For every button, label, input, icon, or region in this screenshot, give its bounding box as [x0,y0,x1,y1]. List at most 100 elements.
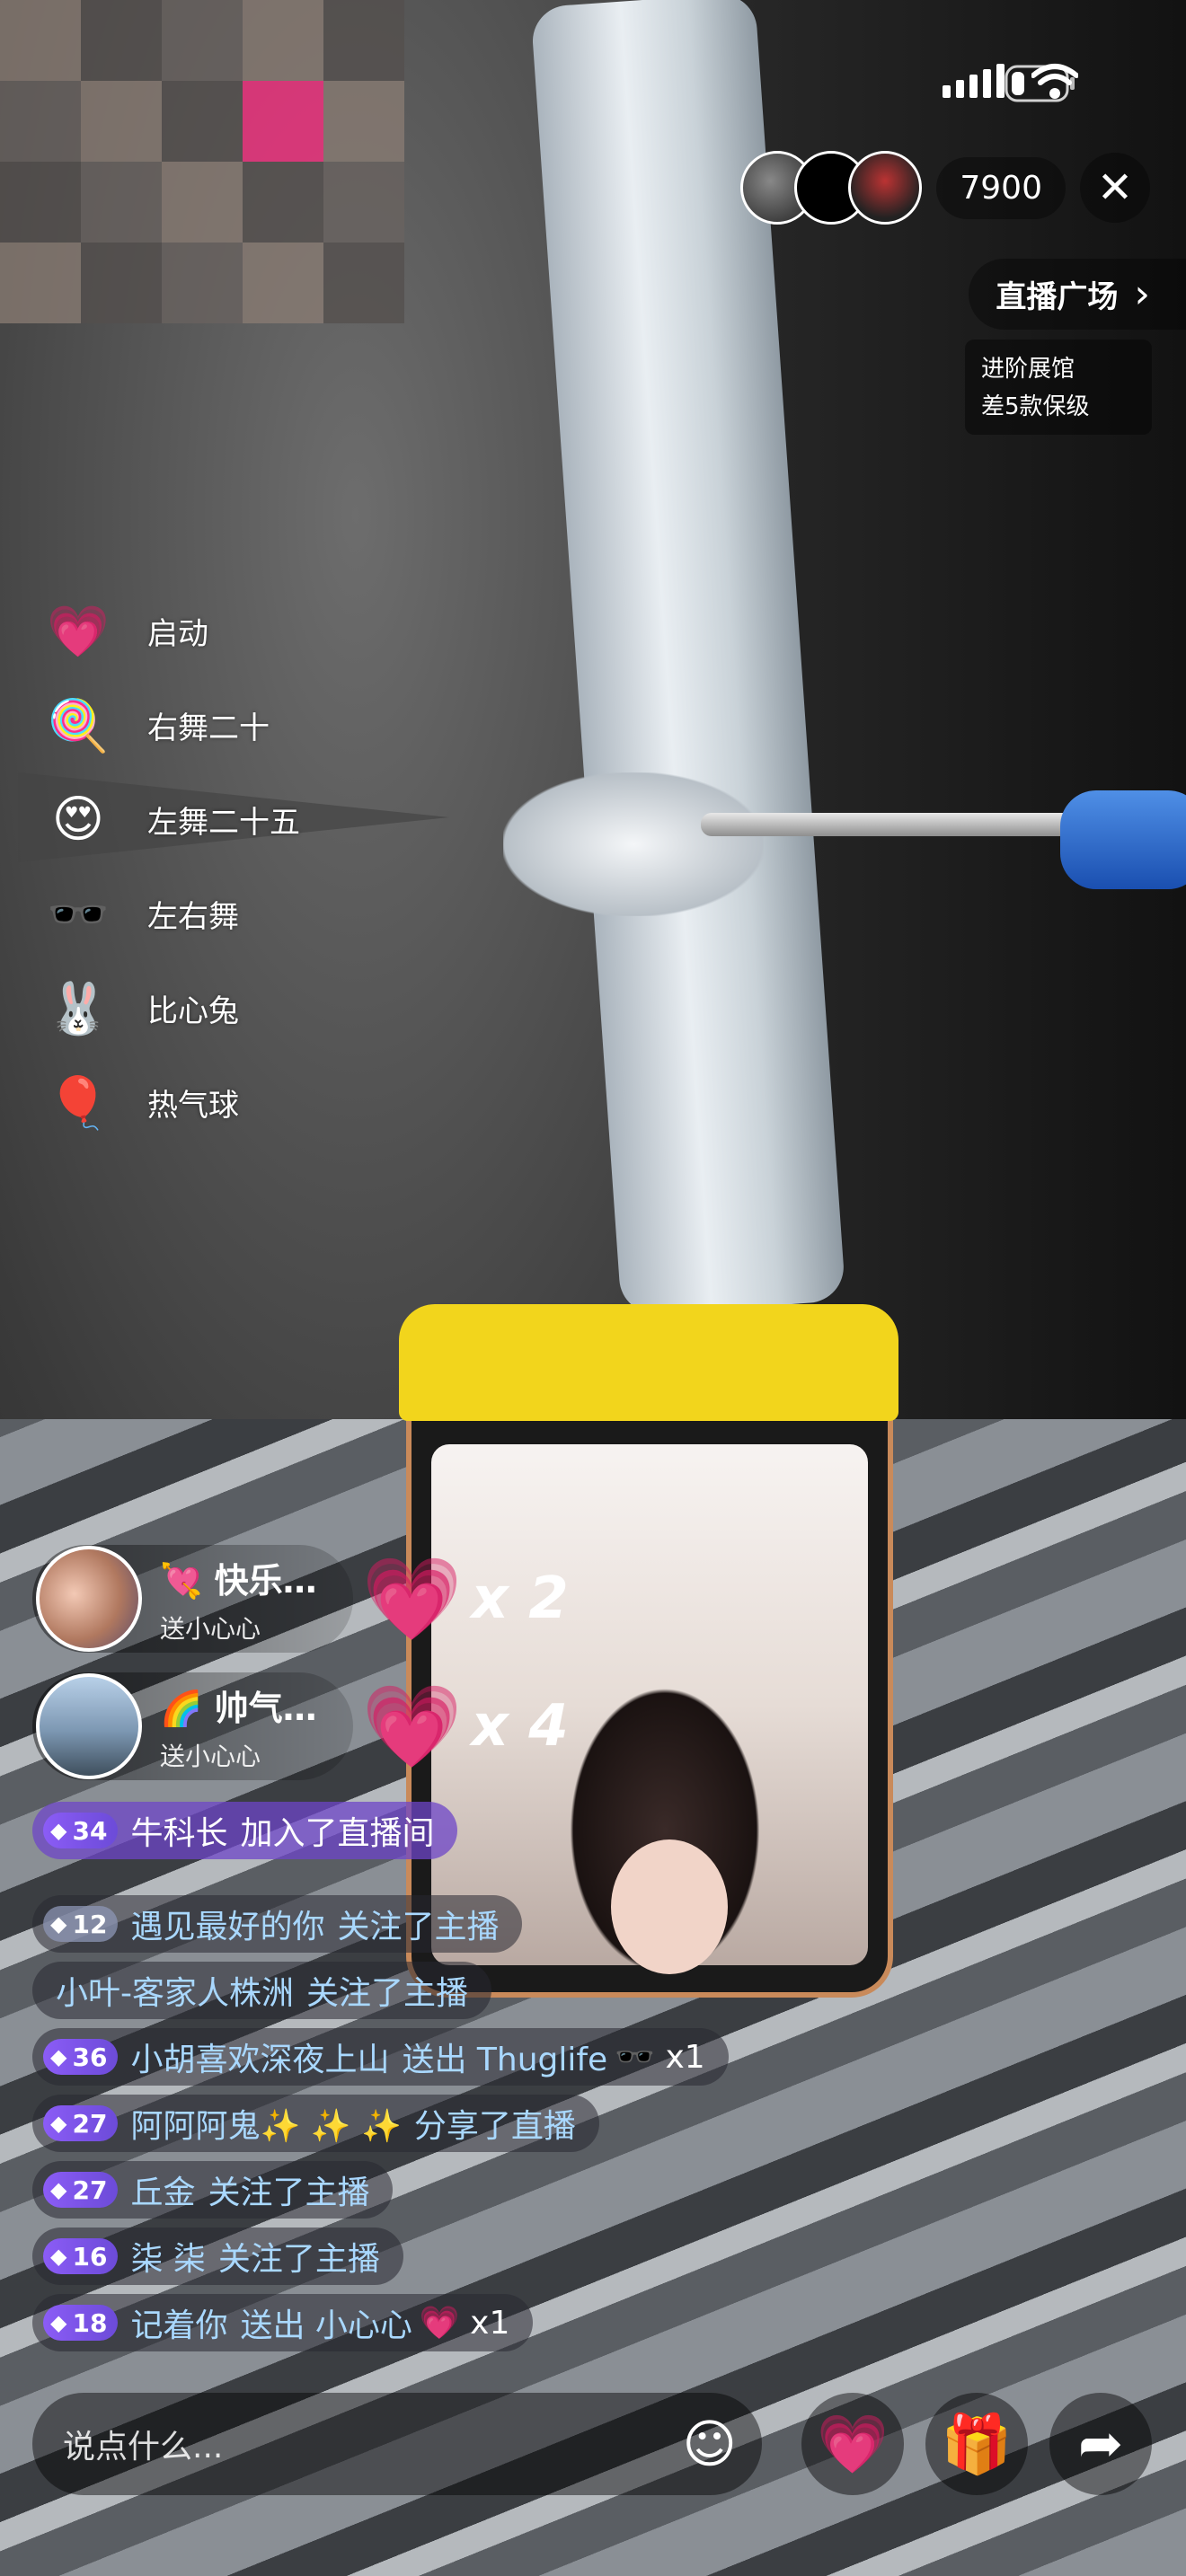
gift-menu-label: 左舞二十五 [147,805,300,841]
level-number: 34 [72,1815,108,1846]
rainbow-icon: 🌈 [160,1688,203,1728]
gift-notification-bar: 🌈 帅气… 送小心心 [32,1672,353,1780]
close-icon: ✕ [1096,163,1134,213]
level-number: 12 [72,1909,108,1939]
close-button[interactable]: ✕ [1080,153,1150,223]
gem-icon: ◆ [50,2310,67,2335]
gift-menu-label: 左右舞 [147,899,239,935]
chat-action: 分享了直播 [413,2108,576,2145]
phone-screen-face [611,1839,728,1974]
comment-placeholder: 说点什么... [63,2429,224,2466]
avatar[interactable] [36,1673,142,1779]
gift-button[interactable]: 🎁 [925,2393,1028,2495]
chat-username: 阿阿阿鬼✨ ✨ ✨ [130,2108,402,2145]
sender-name: 帅气… [214,1688,317,1728]
level-number: 27 [72,2175,108,2205]
gift-quantity: 💗 x1 [419,2305,510,2342]
level-badge: ◆ 27 [43,2172,119,2208]
chat-action: 关注了主播 [217,2241,380,2278]
level-badge: ◆ 12 [43,1906,119,1942]
chat-action: 加入了直播间 [240,1815,435,1852]
level-number: 36 [72,2042,108,2072]
gift-menu-item-2[interactable]: 😍 左舞二十五 [41,772,338,867]
sender-name: 快乐… [214,1560,317,1601]
gift-menu-item-3[interactable]: 🕶️ 左右舞 [41,867,338,961]
chat-action: 送出 Thuglife [402,2042,608,2078]
yellow-phone-cap [399,1304,898,1421]
like-button[interactable]: 💗 [801,2393,904,2495]
level-badge: ◆ 34 [43,1813,119,1848]
gift-notification-bar: 💘 快乐… 送小心心 [32,1545,353,1653]
viewer-count[interactable]: 7900 [936,156,1066,219]
heart-icon: 💗 [817,2411,889,2478]
sender-name-row: 🌈 帅气… [160,1681,317,1730]
gift-quantity: 🕶️ x1 [615,2039,705,2076]
comment-input[interactable]: 说点什么... ☺ [32,2393,762,2495]
share-icon: ➦ [1077,2413,1124,2475]
level-number: 18 [72,2307,108,2338]
gift-notification-meta: 🌈 帅气… 送小心心 [160,1681,317,1773]
gift-notification-meta: 💘 快乐… 送小心心 [160,1553,317,1645]
gem-icon: ◆ [50,1818,67,1843]
chat-username: 记着你 [130,2307,228,2344]
gift-menu-item-0[interactable]: 💗 启动 [41,584,338,678]
level-badge: ◆ 36 [43,2039,119,2075]
top-right-cluster: 7900 ✕ [740,151,1150,225]
chat-username: 丘金 [130,2175,196,2211]
hall-title: 进阶展馆 [981,356,1075,383]
chat-message[interactable]: ◆ 18 记着你 送出 小心心 💗 x1 [32,2294,534,2351]
heart-gift-icon: 💗 [361,1679,463,1774]
level-badge: ◆ 27 [43,2105,119,2141]
level-number: 27 [72,2108,108,2139]
chat-username: 牛科长 [130,1815,228,1852]
gem-icon: ◆ [50,2177,67,2202]
chat-username: 小胡喜欢深夜上山 [130,2042,390,2078]
gift-menu-item-4[interactable]: 🐰 比心兔 [41,961,338,1055]
gem-icon: ◆ [50,2044,67,2069]
sunglasses-gift-icon: 🕶️ [47,885,110,944]
balloon-gift-icon: 🎈 [47,1073,110,1133]
advanced-hall-card[interactable]: 进阶展馆 差5款保级 [965,340,1152,435]
signal-icon [943,64,1005,98]
gift-menu-item-5[interactable]: 🎈 热气球 [41,1055,338,1150]
gift-menu-label: 比心兔 [147,993,239,1029]
screwdriver-rod [701,813,1078,836]
share-button[interactable]: ➦ [1049,2393,1152,2495]
mosaic-overlay [0,0,449,323]
avatar[interactable] [36,1546,142,1652]
sender-name-row: 💘 快乐… [160,1553,317,1602]
live-plaza-label: 直播广场 [996,279,1119,315]
gift-count: x 2 [471,1566,569,1632]
top-viewer-avatars[interactable] [740,151,923,225]
heart-gift-icon: 💗 [361,1551,463,1646]
gift-notification: 🌈 帅气… 送小心心 💗 x 4 [32,1672,661,1780]
chat-message[interactable]: 小叶-客家人株洲 关注了主播 [32,1962,492,2019]
battery-icon [1005,65,1076,102]
chat-message[interactable]: ◆ 36 小胡喜欢深夜上山 送出 Thuglife 🕶️ x1 [32,2028,729,2086]
gem-icon: ◆ [50,1911,67,1936]
chevron-right-icon: › [1134,271,1150,317]
love-face-gift-icon: 😍 [51,790,105,849]
gift-description: 送小心心 [160,1741,261,1771]
gift-icon: 🎁 [941,2411,1013,2478]
chat-action: 关注了主播 [337,1909,500,1945]
chat-message[interactable]: ◆ 27 丘金 关注了主播 [32,2161,394,2219]
chat-username: 小叶-客家人株洲 [56,1975,294,2012]
chat-message[interactable]: ◆ 34 牛科长 加入了直播间 [32,1802,458,1859]
gift-count: x 4 [471,1693,569,1760]
bottom-bar: 说点什么... ☺ 💗 🎁 ➦ [0,2371,1186,2533]
hall-subtitle: 差5款保级 [981,393,1090,420]
chat-message[interactable]: ◆ 12 遇见最好的你 关注了主播 [32,1895,523,1953]
chat-message[interactable]: ◆ 27 阿阿阿鬼✨ ✨ ✨ 分享了直播 [32,2095,599,2152]
chat-message[interactable]: ◆ 16 柒 柒 关注了主播 [32,2228,403,2285]
screwdriver-handle [1060,790,1186,889]
gem-icon: ◆ [50,2244,67,2269]
gift-menu-item-1[interactable]: 🍭 右舞二十 [41,678,338,772]
avatar[interactable] [848,151,923,225]
gift-menu-label: 右舞二十 [147,710,270,746]
emoji-icon[interactable]: ☺ [683,2413,737,2475]
lollipop-gift-icon: 🍭 [47,696,110,755]
chat-username: 遇见最好的你 [130,1909,325,1945]
live-plaza-button[interactable]: 直播广场 › [969,259,1186,330]
level-number: 16 [72,2241,108,2272]
